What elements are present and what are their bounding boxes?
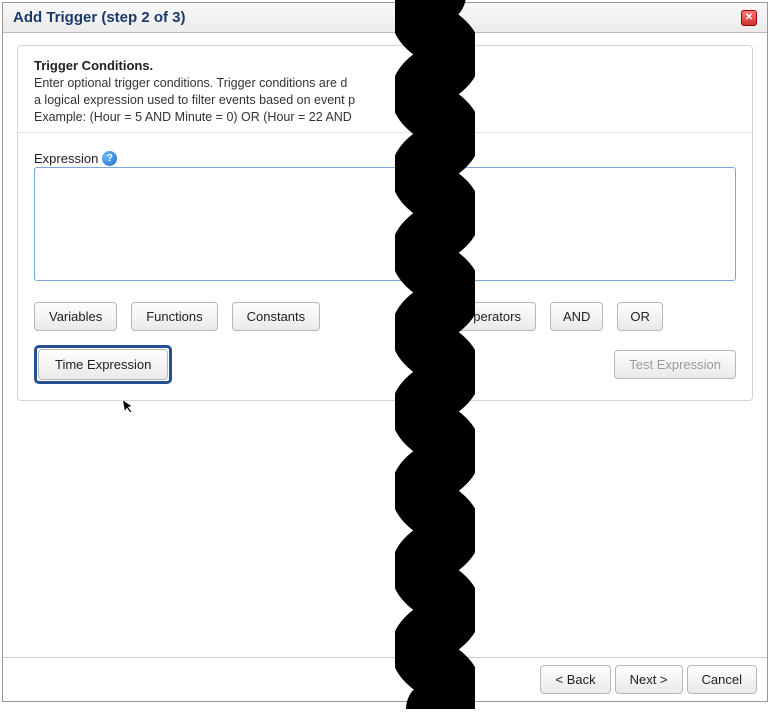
panel-heading: Trigger Conditions.: [34, 58, 736, 73]
dialog-window: Add Trigger (step 2 of 3) ✕ Trigger Cond…: [2, 2, 768, 702]
help-icon[interactable]: ?: [102, 151, 117, 166]
operators-button[interactable]: Operators: [448, 302, 536, 331]
time-expression-button[interactable]: Time Expression: [38, 349, 168, 380]
divider: [18, 132, 752, 133]
and-button[interactable]: AND: [550, 302, 603, 331]
expression-label: Expression: [34, 151, 98, 166]
desc-line-3: Example: (Hour = 5 AND Minute = 0) OR (H…: [34, 110, 352, 124]
cancel-button[interactable]: Cancel: [687, 665, 757, 694]
variables-button[interactable]: Variables: [34, 302, 117, 331]
next-button[interactable]: Next >: [615, 665, 683, 694]
titlebar: Add Trigger (step 2 of 3) ✕: [3, 3, 767, 33]
panel-description: Enter optional trigger conditions. Trigg…: [34, 75, 736, 126]
time-expression-highlight: Time Expression: [34, 345, 172, 384]
dialog-title: Add Trigger (step 2 of 3): [13, 9, 186, 26]
test-expression-button[interactable]: Test Expression: [614, 350, 736, 379]
desc-line-1: Enter optional trigger conditions. Trigg…: [34, 76, 347, 90]
expression-builder-buttons-row2: Time Expression Test Expression: [34, 345, 736, 384]
desc-line-2: a logical expression used to filter even…: [34, 93, 355, 107]
functions-button[interactable]: Functions: [131, 302, 217, 331]
close-icon[interactable]: ✕: [741, 10, 757, 26]
expression-builder-buttons-row1: Variables Functions Constants Operators …: [34, 302, 736, 331]
or-button[interactable]: OR: [617, 302, 663, 331]
expression-input[interactable]: [34, 167, 736, 281]
trigger-conditions-panel: Trigger Conditions. Enter optional trigg…: [17, 45, 753, 401]
content-area: Trigger Conditions. Enter optional trigg…: [3, 33, 767, 657]
footer-button-bar: < Back Next > Cancel: [3, 657, 767, 701]
expression-label-row: Expression ?: [34, 151, 736, 166]
constants-button[interactable]: Constants: [232, 302, 321, 331]
back-button[interactable]: < Back: [540, 665, 610, 694]
